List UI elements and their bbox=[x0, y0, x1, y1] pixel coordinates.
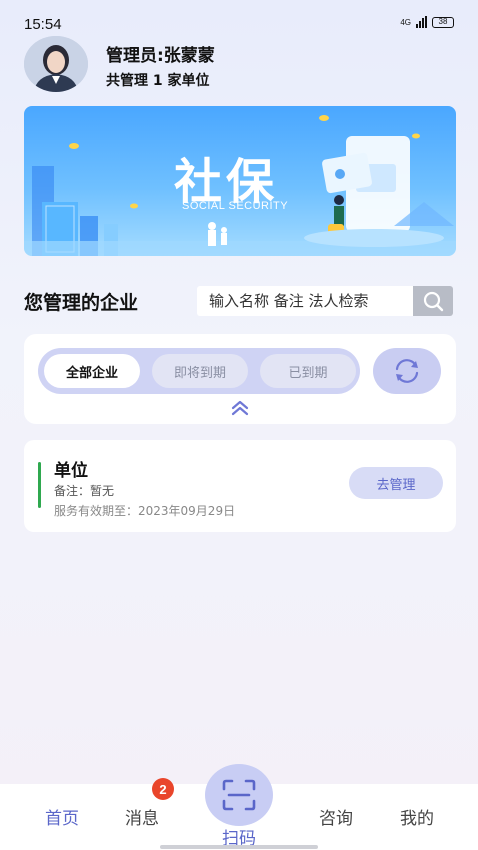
avatar[interactable] bbox=[24, 36, 88, 92]
search-button[interactable] bbox=[413, 286, 453, 316]
nav-messages[interactable]: 消息 bbox=[112, 804, 172, 829]
admin-name: 管理员:张蒙蒙 bbox=[106, 46, 215, 66]
company-name: 单位 bbox=[54, 461, 88, 481]
company-expiry: 服务有效期至：2023年09月29日 bbox=[54, 504, 236, 518]
manage-count: 共管理 1 家单位 bbox=[106, 73, 210, 89]
search-input[interactable] bbox=[197, 286, 411, 316]
nav-home[interactable]: 首页 bbox=[32, 804, 92, 829]
social-security-banner[interactable]: 社保 SOCIAL SECURITY bbox=[24, 106, 456, 256]
nav-mine[interactable]: 我的 bbox=[387, 804, 447, 829]
company-note: 备注：暂无 bbox=[54, 484, 115, 498]
company-card[interactable]: 单位 备注：暂无 服务有效期至：2023年09月29日 去管理 bbox=[24, 440, 456, 532]
scan-button[interactable] bbox=[205, 764, 273, 826]
filter-card: 全部企业 即将到期 已到期 bbox=[24, 334, 456, 424]
status-icons: 4G 38 bbox=[400, 16, 454, 28]
messages-badge: 2 bbox=[152, 778, 174, 800]
filter-tabs: 全部企业 即将到期 已到期 bbox=[38, 348, 360, 394]
tab-all-companies[interactable]: 全部企业 bbox=[44, 354, 140, 388]
status-time: 15:54 bbox=[24, 16, 62, 33]
nav-consult[interactable]: 咨询 bbox=[306, 804, 366, 829]
collapse-button[interactable] bbox=[228, 398, 252, 418]
search-icon bbox=[423, 291, 444, 312]
section-title: 您管理的企业 bbox=[24, 292, 139, 314]
profile-header: 管理员:张蒙蒙 共管理 1 家单位 bbox=[24, 36, 454, 96]
network-indicator: 4G bbox=[400, 17, 411, 27]
home-indicator bbox=[160, 845, 318, 849]
signal-icon bbox=[416, 16, 427, 28]
status-bar: 15:54 4G 38 bbox=[0, 0, 478, 38]
tab-expired[interactable]: 已到期 bbox=[260, 354, 356, 388]
tab-expiring-soon[interactable]: 即将到期 bbox=[152, 354, 248, 388]
manage-button[interactable]: 去管理 bbox=[349, 467, 443, 499]
refresh-icon bbox=[395, 359, 419, 383]
search-bar bbox=[197, 286, 453, 316]
company-status-bar bbox=[38, 462, 41, 508]
battery-icon: 38 bbox=[432, 16, 454, 28]
scan-icon bbox=[222, 779, 256, 811]
double-chevron-up-icon bbox=[231, 400, 249, 416]
banner-subtitle: SOCIAL SECURITY bbox=[182, 200, 289, 212]
refresh-button[interactable] bbox=[373, 348, 441, 394]
